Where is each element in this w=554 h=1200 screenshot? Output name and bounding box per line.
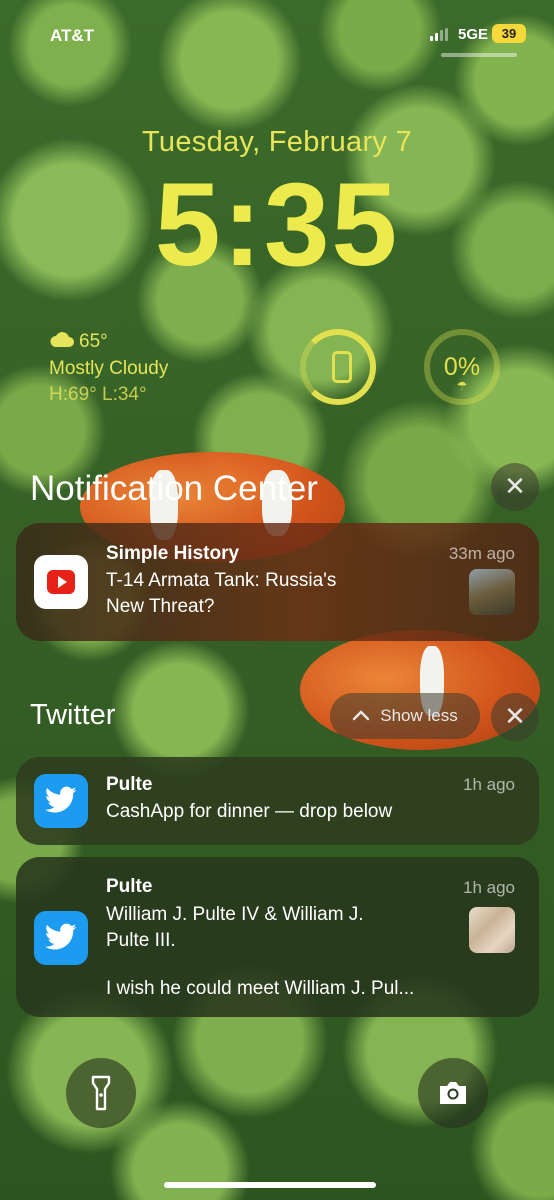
notification-title: Pulte [106,876,153,897]
status-bar: AT&T 5GE 39 [0,24,554,48]
battery-badge: 39 [492,24,526,43]
home-indicator[interactable] [164,1182,376,1188]
weather-condition: Mostly Cloudy [49,358,169,379]
play-icon [47,570,75,594]
tweet-photo-thumbnail [469,907,515,953]
twitter-app-icon [34,774,88,828]
youtube-app-icon [34,555,88,609]
lock-date: Tuesday, February 7 [141,126,413,158]
signal-bars-icon [430,28,448,41]
show-less-label: Show less [380,706,458,725]
twitter-notification[interactable]: Pulte 1h ago William J. Pulte IV & Willi… [16,857,539,1017]
video-thumbnail [469,569,515,615]
youtube-notification[interactable]: Simple History 33m ago T-14 Armata Tank:… [16,523,539,641]
notification-center-title: Notification Center [30,469,318,508]
notification-title: Simple History [106,543,240,564]
battery-widget[interactable] [300,329,376,405]
notification-body-line2: New Threat? [106,596,215,617]
control-center-indicator[interactable] [441,53,517,57]
carrier-label: AT&T [50,26,95,45]
camera-icon [437,1080,469,1111]
twitter-app-icon [34,911,88,965]
lock-time[interactable]: 5:35 [0,160,554,290]
chevron-up-icon [352,706,370,726]
flashlight-button[interactable] [66,1058,136,1128]
weather-widget[interactable]: 65° Mostly Cloudy H:69° L:34° [49,330,168,406]
notification-body-line1: T-14 Armata Tank: Russia's [106,570,337,591]
camera-button[interactable] [418,1058,488,1128]
notification-body: CashApp for dinner — drop below [106,801,393,822]
network-type: 5GE [458,26,489,43]
close-icon: ✕ [504,471,526,501]
rain-chance-value: 0% [443,353,481,381]
weather-high-low: H:69° L:34° [49,384,147,405]
notification-body-line2: Pulte III. [106,930,176,951]
notification-title: Pulte [106,774,153,795]
rain-chance-widget[interactable]: 0% ☂ [424,329,500,405]
notification-time: 1h ago [463,878,515,897]
notification-time: 1h ago [463,775,515,794]
cloud-icon [49,330,75,354]
notification-body-line3: I wish he could meet William J. Pul... [106,978,415,999]
notification-time: 33m ago [448,544,515,563]
twitter-group-title: Twitter [30,699,116,731]
clear-notifications-button[interactable]: ✕ [491,463,539,511]
twitter-notification[interactable]: Pulte 1h ago CashApp for dinner — drop b… [16,757,539,845]
flashlight-icon [91,1075,111,1116]
umbrella-icon: ☂ [456,379,468,393]
iphone-icon [332,351,352,383]
notification-body-line1: William J. Pulte IV & William J. [106,904,364,925]
show-less-button[interactable]: Show less [330,693,480,739]
close-icon: ✕ [504,701,526,731]
weather-temperature: 65° [79,331,108,352]
clear-twitter-group-button[interactable]: ✕ [491,693,539,741]
